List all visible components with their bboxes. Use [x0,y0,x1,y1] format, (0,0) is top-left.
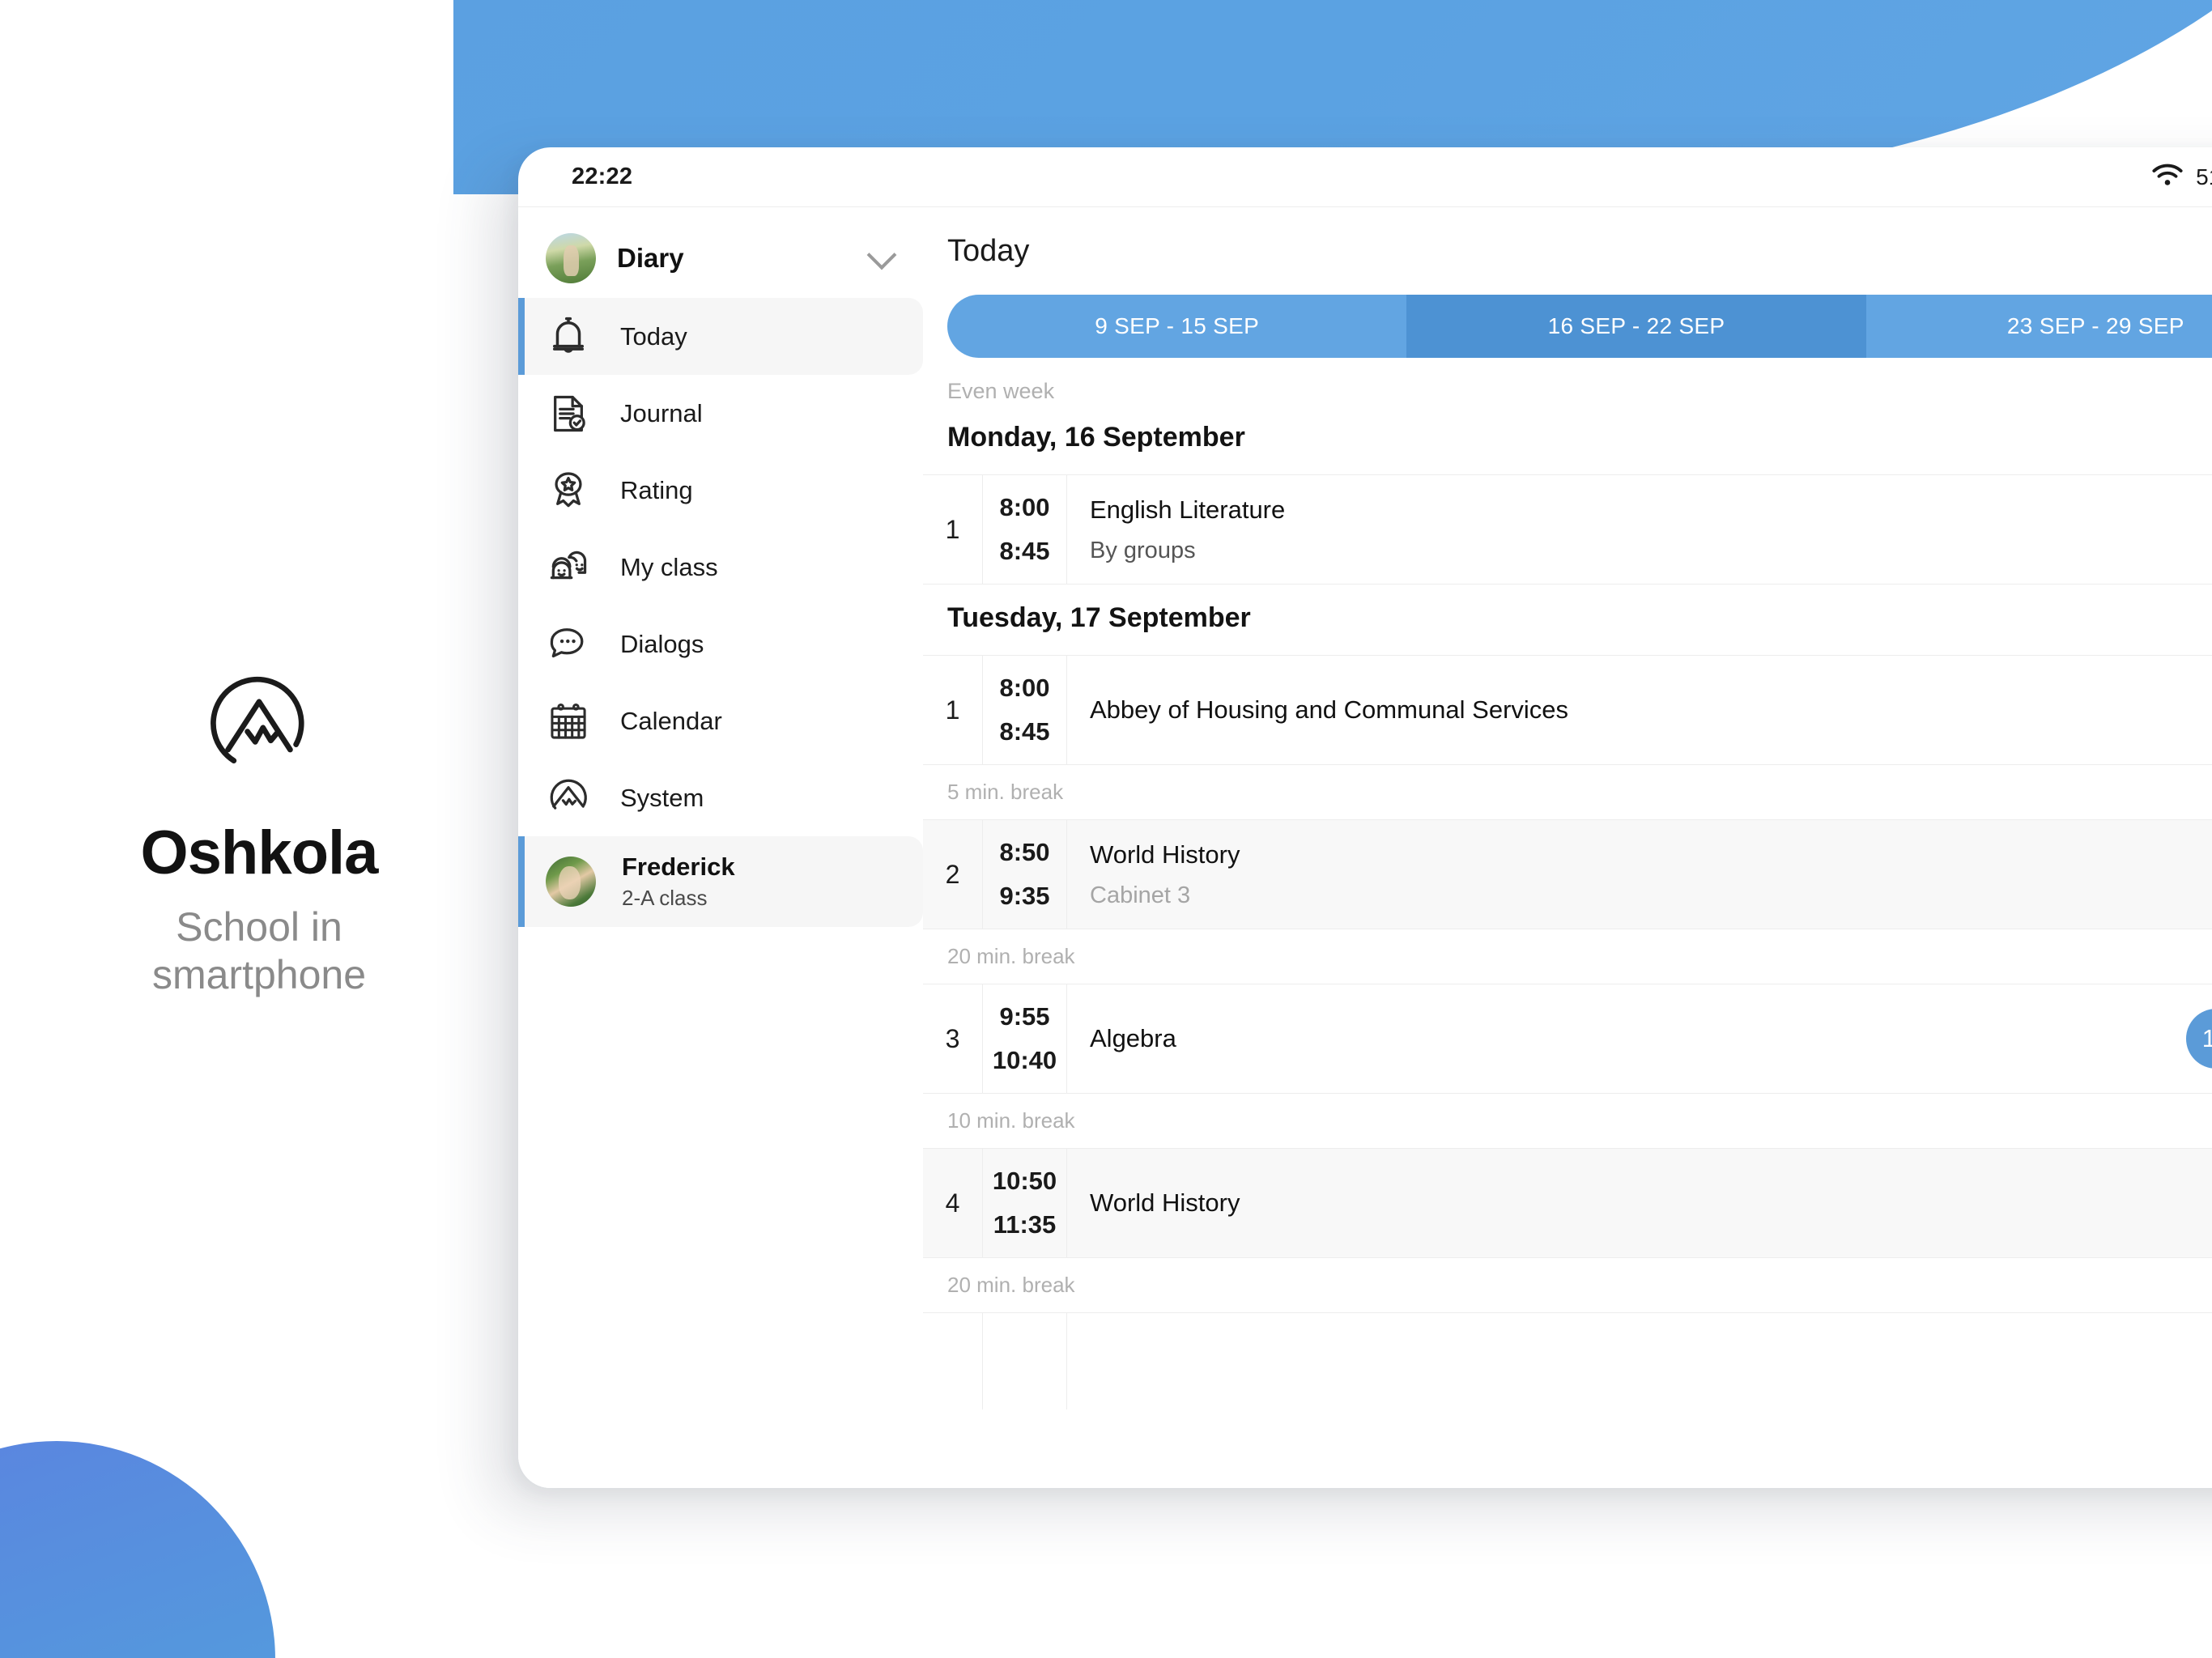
sidebar-item-dialogs[interactable]: Dialogs [518,606,923,682]
lesson-end: 9:35 [999,882,1050,910]
lesson-subject: World History [1090,1188,1240,1217]
status-time: 22:22 [572,164,633,189]
sidebar-item-label: Today [620,321,687,351]
table-row[interactable] [923,1312,2212,1409]
lesson-number: 1 [923,656,983,764]
lesson-body [1067,1313,2212,1409]
calendar-icon [546,699,591,744]
sidebar-item-rating[interactable]: Rating [518,452,923,529]
award-ribbon-icon [546,468,591,513]
page-title: Today [947,233,1030,268]
sidebar-item-today[interactable]: Today [518,298,923,375]
week-parity-note: Even week [947,379,1055,403]
lesson-end: 11:35 [993,1210,1057,1239]
bell-icon [546,314,591,359]
lesson-start: 8:00 [999,674,1050,702]
sidebar-item-journal[interactable]: Journal [518,375,923,452]
account-switcher[interactable]: Diary [518,219,923,298]
grade-badge[interactable]: 10 [2186,1009,2212,1069]
week-tabs: 9 SEP - 15 SEP 16 SEP - 22 SEP 23 SEP - … [947,295,2212,358]
sidebar-item-my-class[interactable]: My class [518,529,923,606]
week-tab-next[interactable]: 23 SEP - 29 SEP [1865,295,2212,358]
battery-percent: 51 % [2196,164,2212,189]
table-row[interactable]: 2 8:50 9:35 World History Cabinet 3 12 [923,819,2212,929]
status-indicators: 51 % [2150,162,2212,192]
day-header: Monday, 16 September [947,422,1245,453]
sidebar-item-system[interactable]: System [518,759,923,836]
brand-title: Oshkola [140,818,379,888]
main-panel: Today 7 [923,207,2212,1488]
sidebar-item-label: Rating [620,475,693,504]
lesson-subject: Algebra [1090,1024,1176,1052]
lesson-number: 2 [923,820,983,929]
document-check-icon [546,391,591,436]
lesson-body: Abbey of Housing and Communal Services [1067,656,2212,764]
lesson-time: 8:50 9:35 [983,820,1067,929]
lesson-body: World History Cabinet 3 [1067,820,2212,929]
lesson-start: 8:50 [999,838,1050,866]
lesson-time: 8:00 8:45 [983,475,1067,584]
chevron-down-icon[interactable] [866,240,897,270]
lesson-subject: English Literature [1090,495,1286,524]
break-row: 10 min. break [947,1108,1075,1133]
lesson-number [923,1313,983,1409]
main-header: Today 7 [923,207,2212,295]
sidebar-item-label: My class [620,552,718,581]
day-header: Tuesday, 17 September [947,602,1251,633]
lesson-body: English Literature By groups [1067,475,2212,584]
chat-bubble-icon [546,622,591,667]
lesson-body: World History [1067,1149,2212,1257]
tablet-device: 22:22 51 % Di [518,147,2212,1488]
lesson-number: 1 [923,475,983,584]
week-tab-current[interactable]: 16 SEP - 22 SEP [1406,295,1866,358]
account-label: Diary [617,243,684,273]
table-row[interactable]: 3 9:55 10:40 Algebra 10 11 [923,984,2212,1094]
sidebar-item-calendar[interactable]: Calendar [518,682,923,759]
sidebar-item-label: System [620,783,704,812]
lesson-number: 3 [923,984,983,1093]
profile-name: Frederick [622,852,735,881]
week-tab-prev[interactable]: 9 SEP - 15 SEP [947,295,1407,358]
schedule-list[interactable]: Even week Monday, 16 September 1 8:00 8:… [923,358,2212,1488]
lesson-start: 10:50 [992,1167,1057,1195]
lesson-note: Cabinet 3 [1090,882,1191,908]
screenshot-root: Oshkola School in smartphone 22:22 51 % [0,0,2212,1658]
brand-panel: Oshkola School in smartphone [0,0,518,1658]
break-row: 20 min. break [947,1273,1075,1297]
child-avatar [546,857,596,907]
table-row[interactable]: 1 8:00 8:45 English Literature By groups… [923,474,2212,585]
lesson-end: 10:40 [992,1046,1057,1074]
lesson-time: 8:00 8:45 [983,656,1067,764]
lesson-time [983,1313,1067,1409]
lesson-marks: 10 11 [2186,984,2212,1093]
status-bar: 22:22 51 % [518,147,2212,207]
brand-subtitle: School in smartphone [151,903,367,997]
lesson-time: 9:55 10:40 [983,984,1067,1093]
lesson-subject: Abbey of Housing and Communal Services [1090,695,1569,724]
lesson-end: 8:45 [999,717,1050,746]
break-row: 20 min. break [947,944,1075,968]
sidebar-item-label: Calendar [620,706,722,735]
sidebar-item-label: Dialogs [620,629,704,658]
lesson-start: 9:55 [999,1002,1050,1031]
lesson-body: Algebra [1067,984,2186,1093]
wifi-icon [2150,162,2184,192]
sidebar: Diary Today Journal Rating My class Dial… [518,207,923,1488]
sidebar-item-profile[interactable]: Frederick 2-A class [518,836,923,927]
lesson-note: By groups [1090,537,1196,563]
lesson-start: 8:00 [999,493,1050,521]
sidebar-item-label: Journal [620,398,703,427]
mountain-icon [546,776,591,821]
table-row[interactable]: 4 10:50 11:35 World History N [923,1148,2212,1258]
mountain-circle-logo [194,659,324,789]
lesson-time: 10:50 11:35 [983,1149,1067,1257]
lesson-subject: World History [1090,840,1240,869]
lesson-number: 4 [923,1149,983,1257]
break-row: 5 min. break [947,780,1064,804]
user-avatar [546,233,596,283]
two-kids-icon [546,545,591,590]
profile-class: 2-A class [622,886,708,910]
table-row[interactable]: 1 8:00 8:45 Abbey of Housing and Communa… [923,655,2212,765]
lesson-end: 8:45 [999,537,1050,565]
